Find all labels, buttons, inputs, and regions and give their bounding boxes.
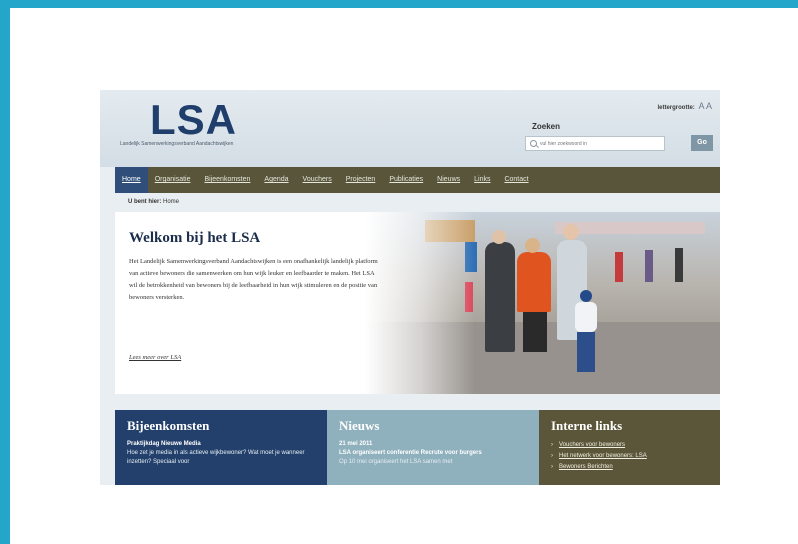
internal-links-title: Interne links	[551, 418, 623, 433]
frame-top-border	[0, 0, 798, 8]
news-date: 21 mei 2011	[339, 441, 373, 447]
background-person-shape	[615, 252, 623, 282]
background-person-shape	[645, 250, 653, 282]
search-input[interactable]	[525, 136, 665, 151]
search-go-button[interactable]: Go	[691, 135, 713, 151]
nav-item-nieuws[interactable]: Nieuws	[430, 167, 467, 193]
internal-links-list: Vouchers voor bewoners Het netwerk voor …	[551, 440, 708, 473]
nav-item-vouchers[interactable]: Vouchers	[296, 167, 339, 193]
events-box: Bijeenkomsten Praktijkdag Nieuwe Media H…	[115, 410, 327, 485]
nav-item-home[interactable]: Home	[115, 167, 148, 193]
child-cap-shape	[580, 290, 592, 302]
nav-item-projecten[interactable]: Projecten	[339, 167, 383, 193]
nav-item-contact[interactable]: Contact	[497, 167, 535, 193]
background-person-shape	[675, 248, 683, 282]
internal-links-box: Interne links Vouchers voor bewoners Het…	[539, 410, 720, 485]
read-more-link[interactable]: Lees meer over LSA	[129, 354, 181, 361]
events-subtitle[interactable]: Praktijkdag Nieuwe Media	[127, 440, 315, 449]
news-text: Op 10 mei organiseert het LSA samen met	[339, 459, 453, 465]
internal-link-item[interactable]: Het netwerk voor bewoners: LSA	[551, 451, 708, 462]
internal-link-item[interactable]: Vouchers voor bewoners	[551, 440, 708, 451]
font-size-control: lettergrootte: A A	[657, 101, 712, 111]
site-header: LSA Landelijk Samenwerkingsverband Aanda…	[100, 90, 720, 167]
nav-item-organisatie[interactable]: Organisatie	[148, 167, 198, 193]
person-head-shape	[525, 238, 540, 253]
child-jeans-shape	[577, 332, 595, 372]
news-title: Nieuws	[339, 418, 380, 433]
person-dark-jacket-shape	[485, 242, 515, 352]
news-box: Nieuws 21 mei 2011 LSA organiseert confe…	[327, 410, 539, 485]
logo-subtitle: Landelijk Samenwerkingsverband Aandachts…	[120, 141, 234, 147]
main-navigation: Home Organisatie Bijeenkomsten Agenda Vo…	[115, 167, 720, 193]
nav-item-publicaties[interactable]: Publicaties	[382, 167, 430, 193]
font-size-toggle[interactable]: A A	[698, 101, 712, 111]
search-label: Zoeken	[532, 122, 561, 131]
font-size-label: lettergrootte:	[657, 105, 695, 111]
hero-text: Het Landelijk Samenwerkingsverband Aanda…	[129, 258, 378, 301]
internal-link-item[interactable]: Bewoners Berichten	[551, 462, 708, 473]
child-white-shirt-shape	[575, 302, 597, 332]
hero-fade-overlay	[365, 212, 475, 394]
breadcrumb-current: Home	[163, 199, 180, 205]
person-head-shape	[492, 230, 506, 244]
events-text: Hoe zet je media in als actieve wijkbewo…	[127, 450, 305, 465]
person-orange-jacket-shape	[517, 252, 551, 312]
nav-item-links[interactable]: Links	[467, 167, 497, 193]
hero-title: Welkom bij het LSA	[129, 230, 261, 246]
breadcrumb-label: U bent hier:	[128, 199, 162, 205]
lsa-logo[interactable]: LSA	[150, 96, 237, 144]
nav-item-bijeenkomsten[interactable]: Bijeenkomsten	[197, 167, 257, 193]
breadcrumb: U bent hier: Home	[128, 199, 179, 205]
news-headline[interactable]: LSA organiseert conferentie Recrute voor…	[339, 449, 527, 458]
person-head-shape	[563, 224, 579, 240]
person-legs-shape	[523, 312, 547, 352]
search-icon	[530, 140, 537, 147]
events-title: Bijeenkomsten	[127, 418, 210, 433]
website-screenshot: LSA Landelijk Samenwerkingsverband Aanda…	[100, 90, 720, 485]
nav-item-agenda[interactable]: Agenda	[257, 167, 295, 193]
hero-banner: Welkom bij het LSA Het Landelijk Samenwe…	[115, 212, 720, 394]
frame-left-border	[0, 0, 10, 544]
